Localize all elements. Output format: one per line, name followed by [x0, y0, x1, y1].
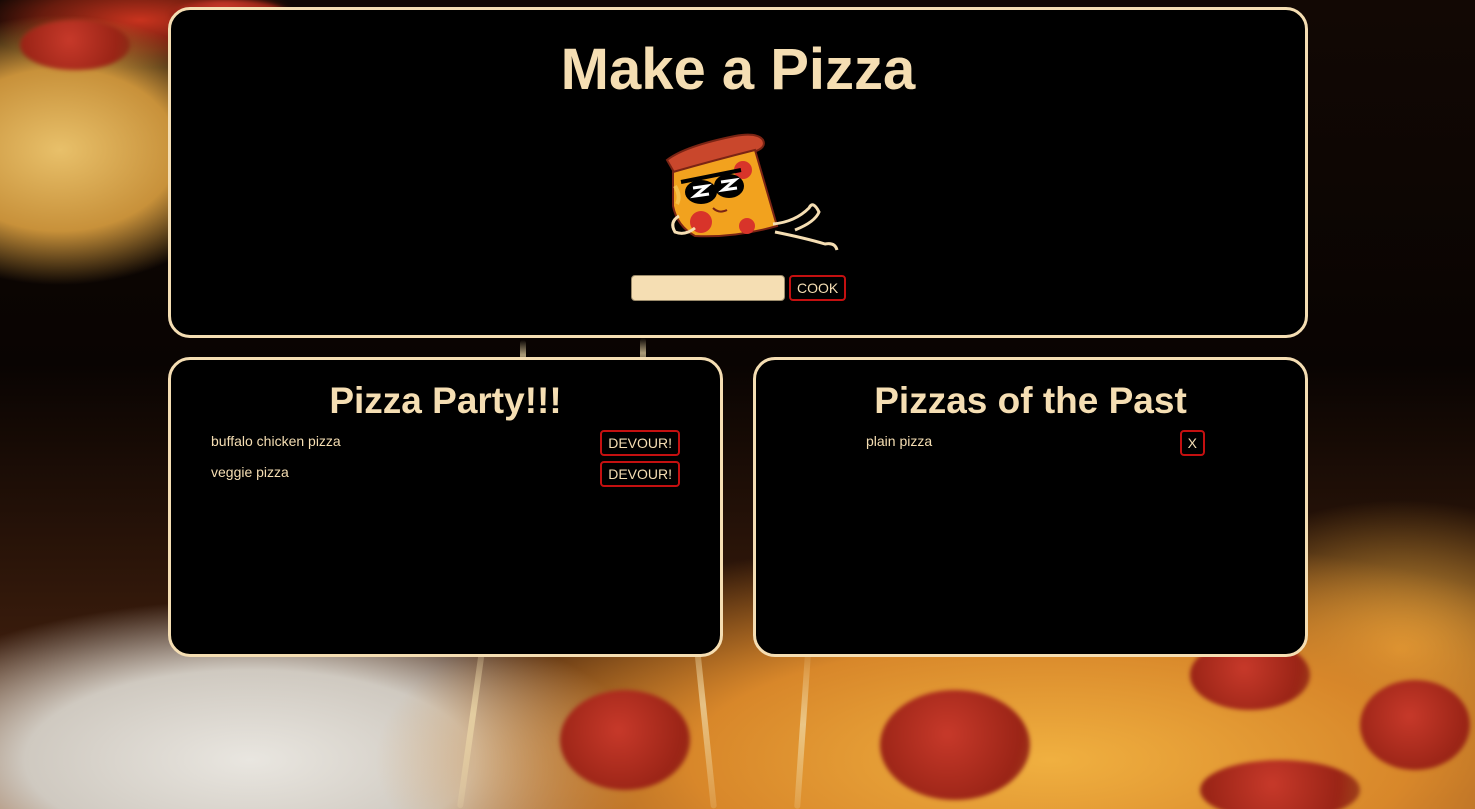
devour-button[interactable]: DEVOUR!	[600, 461, 680, 487]
page-title: Make a Pizza	[560, 37, 916, 102]
pizza-name: plain pizza	[866, 433, 933, 449]
devour-button[interactable]: DEVOUR!	[600, 430, 680, 456]
pizza-name: buffalo chicken pizza	[211, 433, 341, 449]
pizza-name: veggie pizza	[211, 464, 289, 480]
pizza-party-panel: Pizza Party!!! buffalo chicken pizza DEV…	[168, 357, 723, 657]
list-item: veggie pizza DEVOUR!	[211, 461, 680, 492]
make-pizza-panel: Make a Pizza COOK	[168, 7, 1308, 338]
pizzas-past-title: Pizzas of the Past	[874, 380, 1187, 421]
cook-button[interactable]: COOK	[789, 275, 847, 301]
pizzas-past-list: plain pizza X	[866, 430, 1205, 461]
delete-button[interactable]: X	[1179, 430, 1205, 456]
pizza-party-list: buffalo chicken pizza DEVOUR! veggie piz…	[211, 430, 680, 492]
cool-pizza-slice-icon	[665, 133, 839, 251]
pizzas-of-the-past-panel: Pizzas of the Past plain pizza X	[753, 357, 1308, 657]
list-item: plain pizza X	[866, 430, 1205, 461]
pizza-party-title: Pizza Party!!!	[329, 380, 562, 421]
pizza-name-input[interactable]	[631, 275, 785, 301]
cook-form: COOK	[631, 275, 847, 301]
list-item: buffalo chicken pizza DEVOUR!	[211, 430, 680, 461]
